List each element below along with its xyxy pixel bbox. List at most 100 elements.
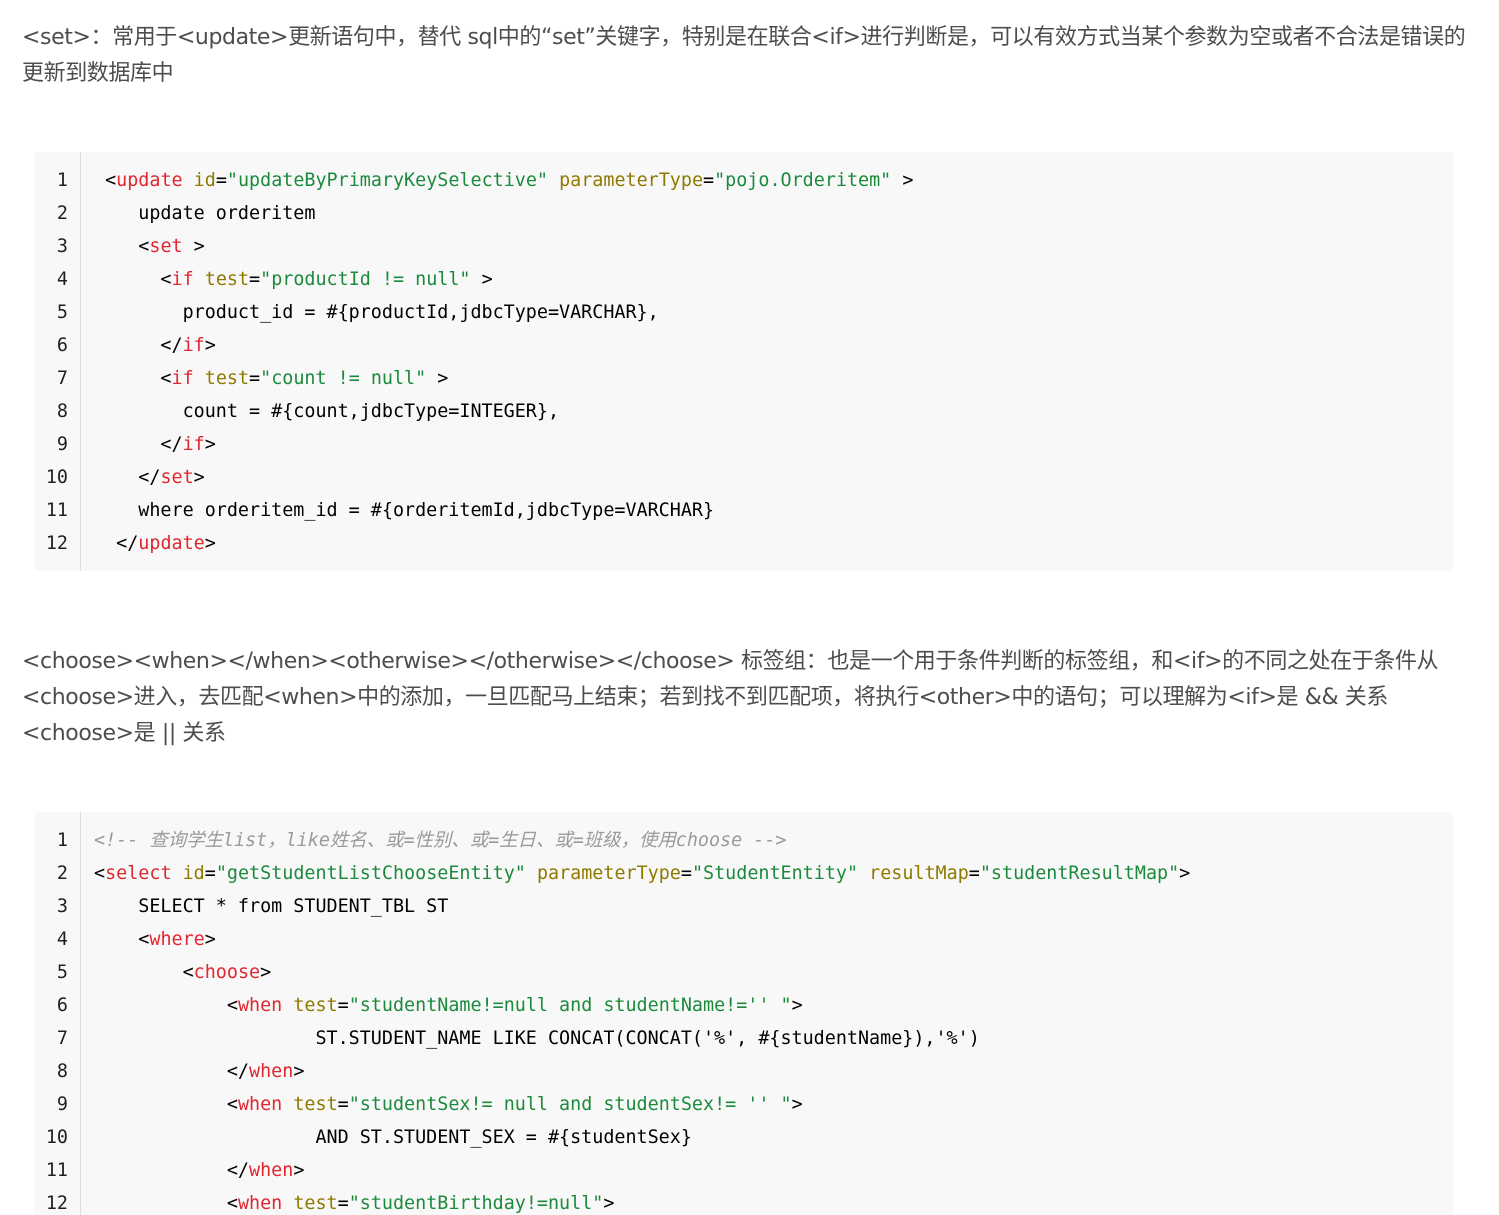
code-text: <!-- 查询学生list，like姓名、或=性别、或=生日、或=班级，使用ch… bbox=[94, 824, 786, 857]
code-block-update: 1 <update id="updateByPrimaryKeySelectiv… bbox=[34, 152, 1453, 571]
code-token: > bbox=[193, 467, 205, 488]
code-token: update bbox=[116, 170, 183, 191]
code-token: = bbox=[703, 170, 715, 191]
line-number: 3 bbox=[56, 896, 68, 917]
code-token: "count != null" bbox=[260, 368, 427, 389]
code-token: < bbox=[94, 929, 150, 950]
code-token: if bbox=[182, 335, 205, 356]
code-token: > bbox=[260, 962, 272, 983]
code-token: </ bbox=[94, 467, 161, 488]
code-line: 8 </when> bbox=[34, 1055, 1453, 1088]
line-number: 9 bbox=[56, 434, 68, 455]
code-text: </if> bbox=[94, 329, 215, 362]
code-line: 12 </update> bbox=[34, 527, 1453, 560]
code-token: = bbox=[337, 995, 349, 1016]
code-token: when bbox=[237, 1094, 283, 1115]
code-text: <where> bbox=[94, 923, 216, 956]
code-line: 10 </set> bbox=[34, 461, 1453, 494]
code-line: 3 <set > bbox=[34, 230, 1453, 263]
code-line: 7 ST.STUDENT_NAME LIKE CONCAT(CONCAT('%'… bbox=[34, 1022, 1453, 1055]
code-token: test bbox=[204, 269, 250, 290]
line-number: 8 bbox=[56, 401, 68, 422]
code-token: < bbox=[94, 269, 172, 290]
code-token: < bbox=[94, 863, 106, 884]
line-number: 10 bbox=[45, 1127, 68, 1148]
code-text: ST.STUDENT_NAME LIKE CONCAT(CONCAT('%', … bbox=[94, 1022, 980, 1055]
line-number: 7 bbox=[56, 368, 68, 389]
code-token: "studentName!=null and studentName!='' " bbox=[348, 995, 792, 1016]
code-line: 1 <update id="updateByPrimaryKeySelectiv… bbox=[34, 164, 1453, 197]
code-line: 9 </if> bbox=[34, 428, 1453, 461]
line-number: 6 bbox=[56, 995, 68, 1016]
code-token: > bbox=[1179, 863, 1191, 884]
line-number: 8 bbox=[56, 1061, 68, 1082]
code-token: </ bbox=[94, 1160, 250, 1181]
line-number: 5 bbox=[56, 302, 68, 323]
code-text: <when test="studentSex!= null and studen… bbox=[94, 1088, 803, 1121]
code-line: 11 where orderitem_id = #{orderitemId,jd… bbox=[34, 494, 1453, 527]
code-token: ST.STUDENT_NAME LIKE CONCAT(CONCAT('%', … bbox=[94, 1028, 980, 1049]
code-token: when bbox=[237, 1193, 283, 1214]
code-line: 5 product_id = #{productId,jdbcType=VARC… bbox=[34, 296, 1453, 329]
code-line: 8 count = #{count,jdbcType=INTEGER}, bbox=[34, 395, 1453, 428]
code-line: 6 </if> bbox=[34, 329, 1453, 362]
line-number: 2 bbox=[56, 203, 68, 224]
code-token: SELECT * from STUDENT_TBL ST bbox=[94, 896, 449, 917]
line-number: 1 bbox=[56, 830, 68, 851]
line-number: 12 bbox=[45, 1193, 68, 1214]
code-token: if bbox=[171, 368, 194, 389]
code-token: where orderitem_id = #{orderitemId,jdbcT… bbox=[94, 500, 715, 521]
code-token: count = #{count,jdbcType=INTEGER}, bbox=[94, 401, 560, 422]
code-text: AND ST.STUDENT_SEX = #{studentSex} bbox=[94, 1121, 691, 1154]
code-token: "updateByPrimaryKeySelective" bbox=[226, 170, 548, 191]
code-line: 1 <!-- 查询学生list，like姓名、或=性别、或=生日、或=班级，使用c… bbox=[34, 824, 1453, 857]
code-text: count = #{count,jdbcType=INTEGER}, bbox=[94, 395, 559, 428]
line-number: 4 bbox=[56, 269, 68, 290]
code-line: 2 update orderitem bbox=[34, 197, 1453, 230]
code-token: "StudentEntity" bbox=[691, 863, 859, 884]
code-text: <if test="count != null" > bbox=[94, 362, 448, 395]
code-text: </when> bbox=[94, 1055, 305, 1088]
line-number: 9 bbox=[56, 1094, 68, 1115]
code-line: 7 <if test="count != null" > bbox=[34, 362, 1453, 395]
code-token: > bbox=[791, 1094, 803, 1115]
code-token: = bbox=[249, 269, 261, 290]
code-token: update bbox=[138, 533, 205, 554]
code-token: </ bbox=[94, 1061, 250, 1082]
code-token: > bbox=[182, 236, 205, 257]
code-token: choose bbox=[193, 962, 261, 983]
code-text: update orderitem bbox=[94, 197, 315, 230]
code-text: </update> bbox=[94, 527, 216, 560]
code-line: 6 <when test="studentName!=null and stud… bbox=[34, 989, 1453, 1022]
code-token: > bbox=[791, 995, 803, 1016]
code-text: <update id = "updateByPrimaryKeySelective"… bbox=[94, 164, 913, 197]
code-token: "getStudentListChooseEntity" bbox=[215, 863, 526, 884]
code-text: <if test="productId != null" > bbox=[94, 263, 492, 296]
code-token: = bbox=[337, 1094, 349, 1115]
code-token: parameterType bbox=[559, 170, 704, 191]
code-token: if bbox=[171, 269, 194, 290]
intro-paragraph-set: <set>：常用于<update>更新语句中，替代 sql中的“set”关键字，… bbox=[22, 25, 1466, 86]
code-token: > bbox=[603, 1193, 615, 1214]
code-text: <choose> bbox=[94, 956, 272, 989]
code-lines: 1 <!-- 查询学生list，like姓名、或=性别、或=生日、或=班级，使用c… bbox=[34, 824, 1453, 1215]
code-token: test bbox=[204, 368, 250, 389]
code-token: when bbox=[249, 1160, 294, 1181]
code-token: test bbox=[293, 1193, 338, 1214]
code-token: < bbox=[94, 170, 117, 191]
code-line: 11 </when> bbox=[34, 1154, 1453, 1187]
code-token: select bbox=[105, 863, 172, 884]
code-token: = bbox=[968, 863, 980, 884]
code-token: < bbox=[94, 368, 172, 389]
code-line: 2 <select id="getStudentListChooseEntity"… bbox=[34, 857, 1453, 890]
code-token: id bbox=[193, 170, 216, 191]
code-text: <when test="studentBirthday!=null"> bbox=[94, 1187, 615, 1215]
code-lines: 1 <update id="updateByPrimaryKeySelectiv… bbox=[34, 164, 1453, 560]
line-number: 4 bbox=[56, 929, 68, 950]
code-token: test bbox=[293, 995, 338, 1016]
